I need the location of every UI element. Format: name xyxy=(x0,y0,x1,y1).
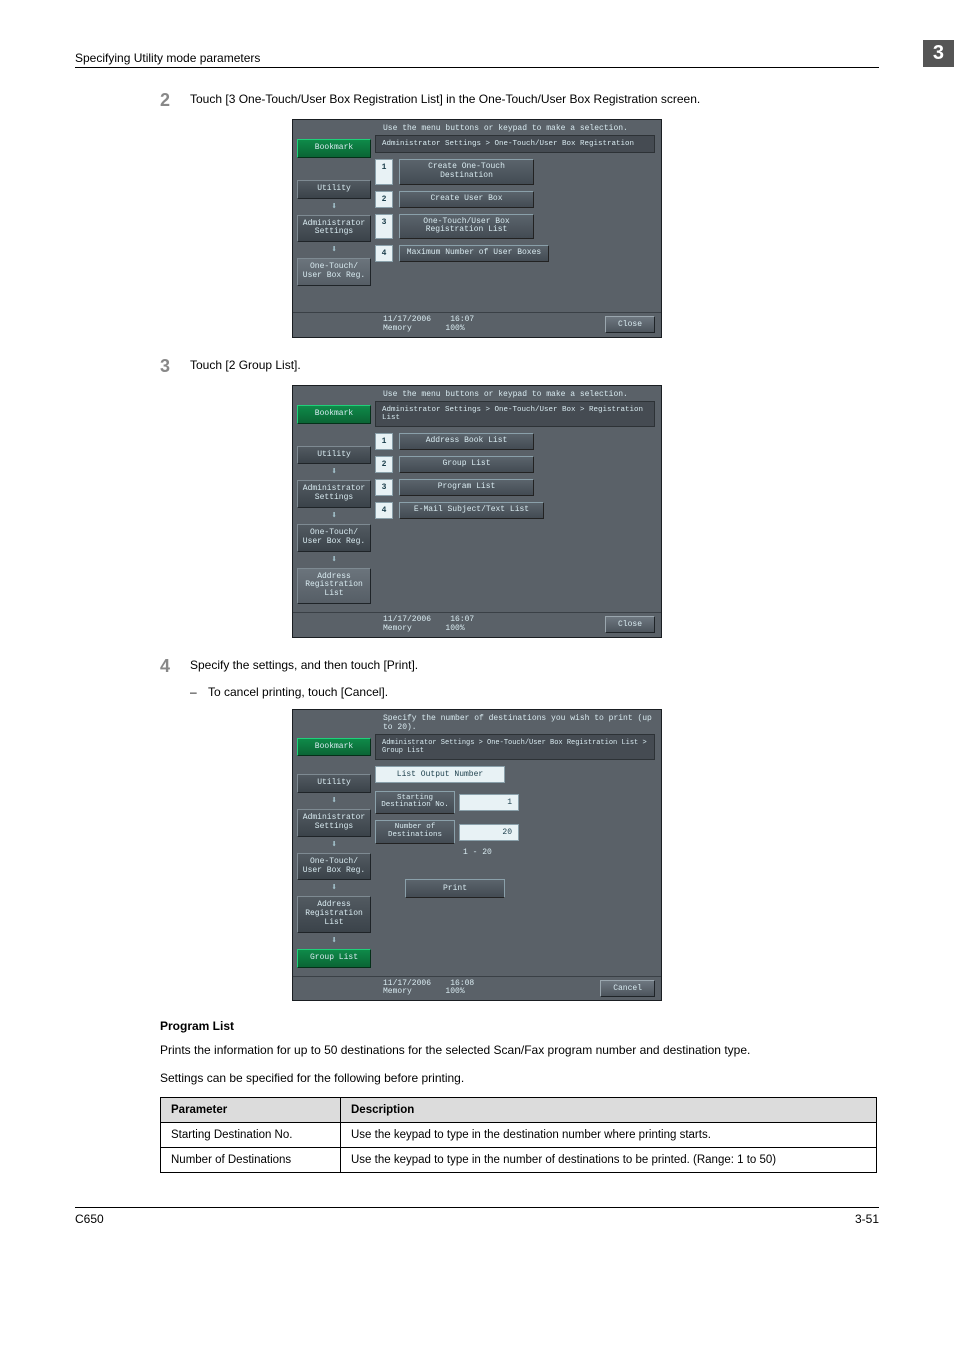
chevron-down-icon: ⬇ xyxy=(297,795,371,807)
num-dest-label: Number of Destinations xyxy=(375,820,455,844)
bookmark-button[interactable]: Bookmark xyxy=(297,738,371,757)
footer-page: 3-51 xyxy=(855,1212,879,1226)
menu-item[interactable]: One-Touch/User Box Registration List xyxy=(399,214,534,240)
nav-admin-settings[interactable]: Administrator Settings xyxy=(297,809,371,837)
menu-item[interactable]: Create User Box xyxy=(399,191,534,208)
nav-utility[interactable]: Utility xyxy=(297,774,371,793)
close-button[interactable]: Close xyxy=(605,616,655,633)
breadcrumb: Administrator Settings > One-Touch/User … xyxy=(375,401,655,427)
menu-number: 4 xyxy=(375,245,393,262)
nav-one-touch[interactable]: One-Touch/ User Box Reg. xyxy=(297,258,371,286)
starting-dest-value[interactable]: 1 xyxy=(459,794,519,811)
step-sub-bullet: –To cancel printing, touch [Cancel]. xyxy=(190,685,879,699)
footer-time: 16:07 xyxy=(450,615,474,624)
running-header: Specifying Utility mode parameters xyxy=(75,51,923,65)
footer-time: 16:07 xyxy=(450,315,474,324)
nav-address-registration-list[interactable]: Address Registration List xyxy=(297,568,371,604)
cancel-button[interactable]: Cancel xyxy=(600,980,655,997)
nav-address-registration-list[interactable]: Address Registration List xyxy=(297,896,371,932)
parameter-table: Parameter Description Starting Destinati… xyxy=(160,1097,877,1173)
menu-number: 1 xyxy=(375,433,393,450)
menu-item[interactable]: E-Mail Subject/Text List xyxy=(399,502,544,519)
menu-number: 3 xyxy=(375,479,393,496)
nav-one-touch[interactable]: One-Touch/ User Box Reg. xyxy=(297,524,371,552)
step-number: 4 xyxy=(160,656,190,675)
table-header: Description xyxy=(341,1098,877,1123)
nav-utility[interactable]: Utility xyxy=(297,180,371,199)
print-button[interactable]: Print xyxy=(405,879,505,898)
table-header: Parameter xyxy=(161,1098,341,1123)
menu-number: 2 xyxy=(375,191,393,208)
chevron-down-icon: ⬇ xyxy=(297,882,371,894)
chevron-down-icon: ⬇ xyxy=(297,935,371,947)
table-row: Starting Destination No. Use the keypad … xyxy=(161,1123,877,1148)
footer-memory-value: 100% xyxy=(445,987,464,996)
panel-instruction: Specify the number of destinations you w… xyxy=(293,710,661,734)
bookmark-button[interactable]: Bookmark xyxy=(297,405,371,424)
nav-group-list[interactable]: Group List xyxy=(297,949,371,968)
body-text: Prints the information for up to 50 dest… xyxy=(160,1041,879,1059)
table-row: Number of Destinations Use the keypad to… xyxy=(161,1148,877,1173)
step-text: Touch [3 One-Touch/User Box Registration… xyxy=(190,90,879,109)
breadcrumb: Administrator Settings > One-Touch/User … xyxy=(375,135,655,153)
chevron-down-icon: ⬇ xyxy=(297,554,371,566)
chevron-down-icon: ⬇ xyxy=(297,466,371,478)
param-name: Number of Destinations xyxy=(161,1148,341,1173)
footer-model: C650 xyxy=(75,1212,855,1226)
subsection-heading: Program List xyxy=(160,1019,879,1033)
menu-item[interactable]: Address Book List xyxy=(399,433,534,450)
menu-number: 1 xyxy=(375,159,393,185)
param-desc: Use the keypad to type in the number of … xyxy=(341,1148,877,1173)
footer-memory-label: Memory xyxy=(383,987,412,996)
menu-item[interactable]: Program List xyxy=(399,479,534,496)
menu-item[interactable]: Create One-Touch Destination xyxy=(399,159,534,185)
section-label: List Output Number xyxy=(375,766,505,783)
step-number: 2 xyxy=(160,90,190,109)
nav-admin-settings[interactable]: Administrator Settings xyxy=(297,215,371,243)
panel-instruction: Use the menu buttons or keypad to make a… xyxy=(293,120,661,135)
chevron-down-icon: ⬇ xyxy=(297,839,371,851)
close-button[interactable]: Close xyxy=(605,316,655,333)
device-screenshot: Specify the number of destinations you w… xyxy=(292,709,662,1002)
param-desc: Use the keypad to type in the destinatio… xyxy=(341,1123,877,1148)
step-text: Touch [2 Group List]. xyxy=(190,356,879,375)
chevron-down-icon: ⬇ xyxy=(297,201,371,213)
menu-number: 2 xyxy=(375,456,393,473)
breadcrumb: Administrator Settings > One-Touch/User … xyxy=(375,734,655,760)
device-screenshot: Use the menu buttons or keypad to make a… xyxy=(292,385,662,638)
menu-item[interactable]: Group List xyxy=(399,456,534,473)
bookmark-button[interactable]: Bookmark xyxy=(297,139,371,158)
device-screenshot: Use the menu buttons or keypad to make a… xyxy=(292,119,662,338)
panel-instruction: Use the menu buttons or keypad to make a… xyxy=(293,386,661,401)
chevron-down-icon: ⬇ xyxy=(297,510,371,522)
step-number: 3 xyxy=(160,356,190,375)
footer-memory-label: Memory xyxy=(383,324,412,333)
step-text: Specify the settings, and then touch [Pr… xyxy=(190,656,879,675)
footer-date: 11/17/2006 xyxy=(383,615,431,624)
menu-number: 4 xyxy=(375,502,393,519)
footer-memory-label: Memory xyxy=(383,624,412,633)
num-dest-value[interactable]: 20 xyxy=(459,824,519,841)
chevron-down-icon: ⬇ xyxy=(297,244,371,256)
menu-number: 3 xyxy=(375,214,393,240)
footer-memory-value: 100% xyxy=(445,624,464,633)
param-name: Starting Destination No. xyxy=(161,1123,341,1148)
footer-date: 11/17/2006 xyxy=(383,979,431,988)
footer-memory-value: 100% xyxy=(445,324,464,333)
footer-date: 11/17/2006 xyxy=(383,315,431,324)
chapter-number: 3 xyxy=(923,40,954,67)
footer-time: 16:08 xyxy=(450,979,474,988)
nav-utility[interactable]: Utility xyxy=(297,446,371,465)
nav-admin-settings[interactable]: Administrator Settings xyxy=(297,480,371,508)
range-note: 1 - 20 xyxy=(463,848,655,857)
body-text: Settings can be specified for the follow… xyxy=(160,1069,879,1087)
starting-dest-label: Starting Destination No. xyxy=(375,791,455,815)
menu-item[interactable]: Maximum Number of User Boxes xyxy=(399,245,549,262)
nav-one-touch[interactable]: One-Touch/ User Box Reg. xyxy=(297,853,371,881)
